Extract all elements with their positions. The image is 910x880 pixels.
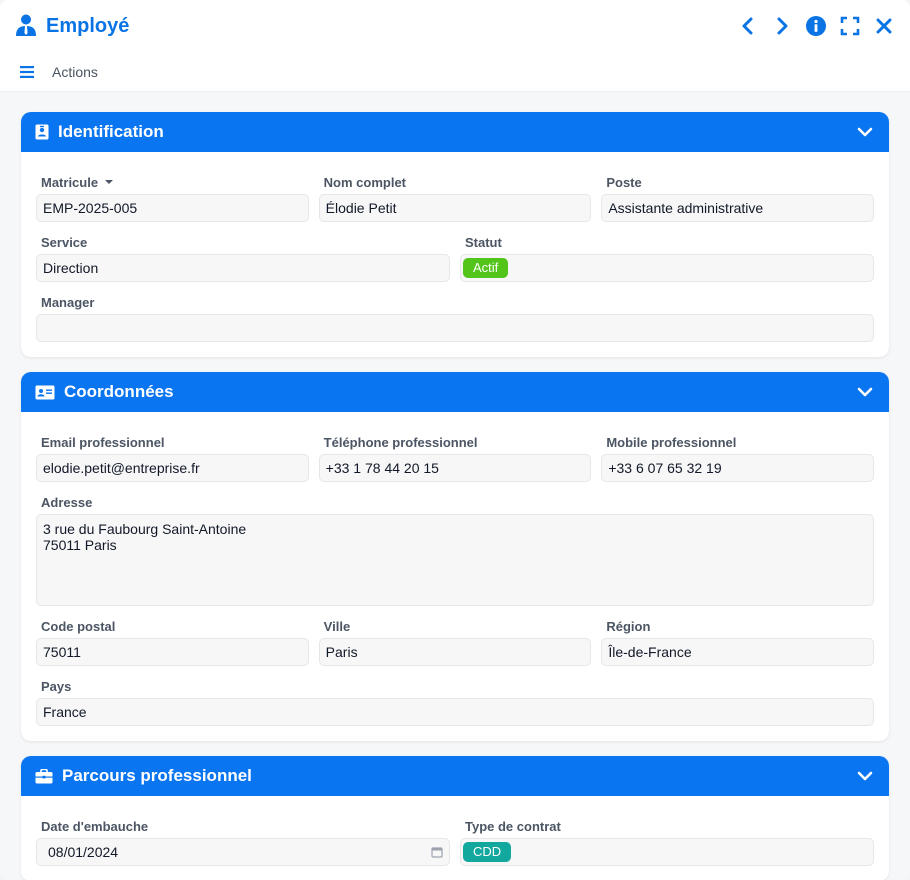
caret-down-icon[interactable] [104, 179, 114, 185]
identification-section: Identification Matricule EMP-2025-005 No… [21, 112, 889, 357]
nom-input[interactable]: Élodie Petit [318, 194, 592, 222]
form-content: Identification Matricule EMP-2025-005 No… [0, 92, 910, 880]
expand-icon [840, 16, 860, 36]
contract-badge: CDD [463, 842, 512, 862]
window-title: Employé [46, 14, 130, 37]
statut-input[interactable]: Actif [460, 254, 874, 282]
statut-label: Statut [465, 234, 502, 250]
region-field: Région Île-de-France [601, 616, 875, 666]
title-bar: Employé [0, 0, 910, 52]
hire-date-label: Date d'embauche [41, 818, 149, 834]
matricule-input[interactable]: EMP-2025-005 [36, 194, 309, 222]
city-field: Ville Paris [318, 616, 592, 666]
hire-date-value: 08/01/2024 [48, 844, 119, 860]
phone-field: Téléphone professionnel +33 1 78 44 20 1… [318, 432, 592, 482]
close-icon [876, 18, 892, 34]
hire-date-input[interactable]: 08/01/2024 [36, 838, 450, 866]
mobile-label: Mobile professionnel [606, 434, 737, 450]
hamburger-icon [20, 65, 34, 78]
city-input[interactable]: Paris [318, 638, 592, 666]
fullscreen-button[interactable] [838, 14, 862, 38]
statut-field: Statut Actif [460, 232, 874, 282]
service-input[interactable]: Direction [36, 254, 450, 282]
contract-type-label: Type de contrat [465, 818, 561, 834]
chevron-right-icon [777, 17, 788, 35]
poste-field: Poste Assistante administrative [601, 172, 875, 222]
manager-input[interactable] [36, 314, 874, 342]
section-title: Parcours professionnel [62, 766, 252, 785]
coordonnees-header[interactable]: Coordonnées [21, 372, 889, 412]
actions-bar: Actions [0, 52, 910, 92]
identification-header[interactable]: Identification [21, 112, 889, 152]
matricule-label: Matricule [41, 174, 99, 190]
service-field: Service Direction [36, 232, 450, 282]
mobile-input[interactable]: +33 6 07 65 32 19 [601, 454, 875, 482]
user-icon [14, 13, 38, 40]
nom-label: Nom complet [323, 174, 407, 190]
contract-type-input[interactable]: CDD [460, 838, 874, 866]
coordonnees-section: Coordonnées Email professionnel elodie.p… [21, 372, 889, 741]
address-field: Adresse 3 rue du Faubourg Saint-Antoine … [36, 492, 874, 606]
calendar-icon[interactable] [431, 846, 443, 858]
actions-menu-label[interactable]: Actions [52, 64, 98, 80]
mobile-field: Mobile professionnel +33 6 07 65 32 19 [601, 432, 875, 482]
chevron-left-icon [742, 17, 753, 35]
badge-icon [35, 124, 49, 140]
contract-type-field: Type de contrat CDD [460, 816, 874, 866]
city-label: Ville [323, 618, 351, 634]
manager-label: Manager [41, 294, 95, 310]
chevron-down-icon [857, 127, 873, 137]
poste-label: Poste [606, 174, 642, 190]
section-title: Coordonnées [64, 382, 174, 401]
section-title: Identification [58, 122, 164, 141]
previous-button[interactable] [736, 14, 760, 38]
region-input[interactable]: Île-de-France [601, 638, 875, 666]
postal-code-input[interactable]: 75011 [36, 638, 309, 666]
postal-code-label: Code postal [41, 618, 116, 634]
phone-input[interactable]: +33 1 78 44 20 15 [318, 454, 592, 482]
country-field: Pays France [36, 676, 874, 726]
employee-window: Employé Actions Identification Matricule… [0, 0, 910, 880]
address-input[interactable]: 3 rue du Faubourg Saint-Antoine 75011 Pa… [36, 514, 874, 606]
manager-field: Manager [36, 292, 874, 342]
postal-code-field: Code postal 75011 [36, 616, 309, 666]
contact-card-icon [35, 385, 55, 399]
parcours-section: Parcours professionnel Date d'embauche 0… [21, 756, 889, 880]
chevron-down-icon [857, 387, 873, 397]
menu-button[interactable] [20, 65, 34, 78]
country-label: Pays [41, 678, 72, 694]
region-label: Région [606, 618, 651, 634]
email-field: Email professionnel elodie.petit@entrepr… [36, 432, 309, 482]
service-label: Service [41, 234, 88, 250]
poste-input[interactable]: Assistante administrative [601, 194, 875, 222]
next-button[interactable] [770, 14, 794, 38]
email-label: Email professionnel [41, 434, 165, 450]
briefcase-icon [35, 768, 53, 783]
phone-label: Téléphone professionnel [323, 434, 478, 450]
country-input[interactable]: France [36, 698, 874, 726]
hire-date-field: Date d'embauche 08/01/2024 [36, 816, 450, 866]
chevron-down-icon [857, 771, 873, 781]
info-button[interactable] [804, 14, 828, 38]
nom-field: Nom complet Élodie Petit [318, 172, 592, 222]
email-input[interactable]: elodie.petit@entreprise.fr [36, 454, 309, 482]
address-label: Adresse [41, 494, 93, 510]
status-badge: Actif [463, 258, 509, 278]
matricule-field: Matricule EMP-2025-005 [36, 172, 309, 222]
close-button[interactable] [872, 14, 896, 38]
parcours-header[interactable]: Parcours professionnel [21, 756, 889, 796]
info-icon [806, 16, 826, 36]
